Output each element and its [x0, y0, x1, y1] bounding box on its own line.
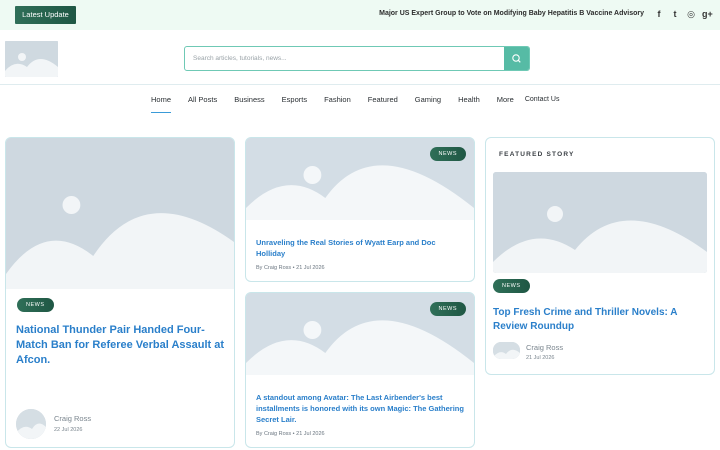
image-placeholder-icon — [493, 172, 707, 273]
featured-thumbnail[interactable] — [493, 172, 707, 273]
nav-gaming[interactable]: Gaming — [415, 95, 441, 107]
author-name[interactable]: Craig Ross — [54, 414, 91, 423]
article-title[interactable]: National Thunder Pair Handed Four-Match … — [16, 323, 226, 368]
article-card-avatar-magic[interactable]: NEWS A standout among Avatar: The Last A… — [245, 292, 475, 448]
avatar-placeholder-icon — [16, 409, 46, 439]
top-bar: Latest Update Major US Expert Group to V… — [0, 0, 720, 30]
article-title[interactable]: Unraveling the Real Stories of Wyatt Ear… — [256, 237, 461, 259]
news-badge[interactable]: NEWS — [429, 147, 466, 161]
featured-title[interactable]: Top Fresh Crime and Thriller Novels: A R… — [493, 306, 707, 334]
article-meta: By Craig Ross • 21 Jul 2026 — [256, 431, 325, 437]
latest-update-button[interactable]: Latest Update — [15, 6, 76, 24]
image-placeholder-icon — [6, 138, 234, 289]
author-avatar[interactable] — [16, 409, 46, 439]
search-input[interactable] — [185, 47, 504, 70]
facebook-icon[interactable]: f — [654, 8, 664, 20]
main-article-card[interactable]: NEWS National Thunder Pair Handed Four-M… — [5, 137, 235, 448]
article-date: 21 Jul 2026 — [526, 355, 555, 361]
twitter-icon[interactable]: t — [670, 8, 680, 20]
news-badge[interactable]: NEWS — [17, 298, 54, 312]
image-placeholder-icon — [5, 41, 58, 77]
header-divider — [0, 84, 720, 85]
instagram-icon[interactable]: ◎ — [686, 8, 696, 20]
article-card-wyatt-earp[interactable]: NEWS Unraveling the Real Stories of Wyat… — [245, 137, 475, 282]
search-button[interactable] — [504, 47, 529, 70]
news-badge[interactable]: NEWS — [429, 302, 466, 316]
article-meta: By Craig Ross • 21 Jul 2026 — [256, 265, 325, 271]
site-logo[interactable] — [5, 41, 58, 77]
article-title[interactable]: A standout among Avatar: The Last Airben… — [256, 392, 464, 425]
author-avatar[interactable] — [493, 342, 520, 359]
google-plus-icon[interactable]: g+ — [702, 8, 713, 20]
article-date: 22 Jul 2026 — [54, 427, 83, 433]
social-links: f t ◎ g+ — [654, 8, 713, 20]
nav-fashion[interactable]: Fashion — [324, 95, 351, 107]
news-ticker[interactable]: Major US Expert Group to Vote on Modifyi… — [379, 10, 644, 17]
featured-story-label: FEATURED STORY — [499, 151, 575, 158]
nav-more[interactable]: More — [497, 95, 514, 107]
nav-featured[interactable]: Featured — [368, 95, 398, 107]
nav-contact-us[interactable]: Contact Us — [525, 95, 560, 107]
avatar-placeholder-icon — [493, 342, 520, 359]
nav-all-posts[interactable]: All Posts — [188, 95, 217, 107]
nav-home[interactable]: Home — [151, 95, 172, 113]
article-thumbnail[interactable] — [6, 138, 234, 289]
search-bar — [184, 46, 530, 71]
featured-story-card[interactable]: FEATURED STORY NEWS Top Fresh Crime and … — [485, 137, 715, 375]
news-badge[interactable]: NEWS — [493, 279, 530, 293]
nav-esports[interactable]: Esports — [282, 95, 307, 107]
nav-business[interactable]: Business — [234, 95, 264, 107]
nav-health[interactable]: Health — [458, 95, 480, 107]
main-nav: Home All Posts Business Esports Fashion … — [151, 95, 576, 113]
author-name[interactable]: Craig Ross — [526, 343, 563, 352]
search-icon — [512, 54, 521, 63]
